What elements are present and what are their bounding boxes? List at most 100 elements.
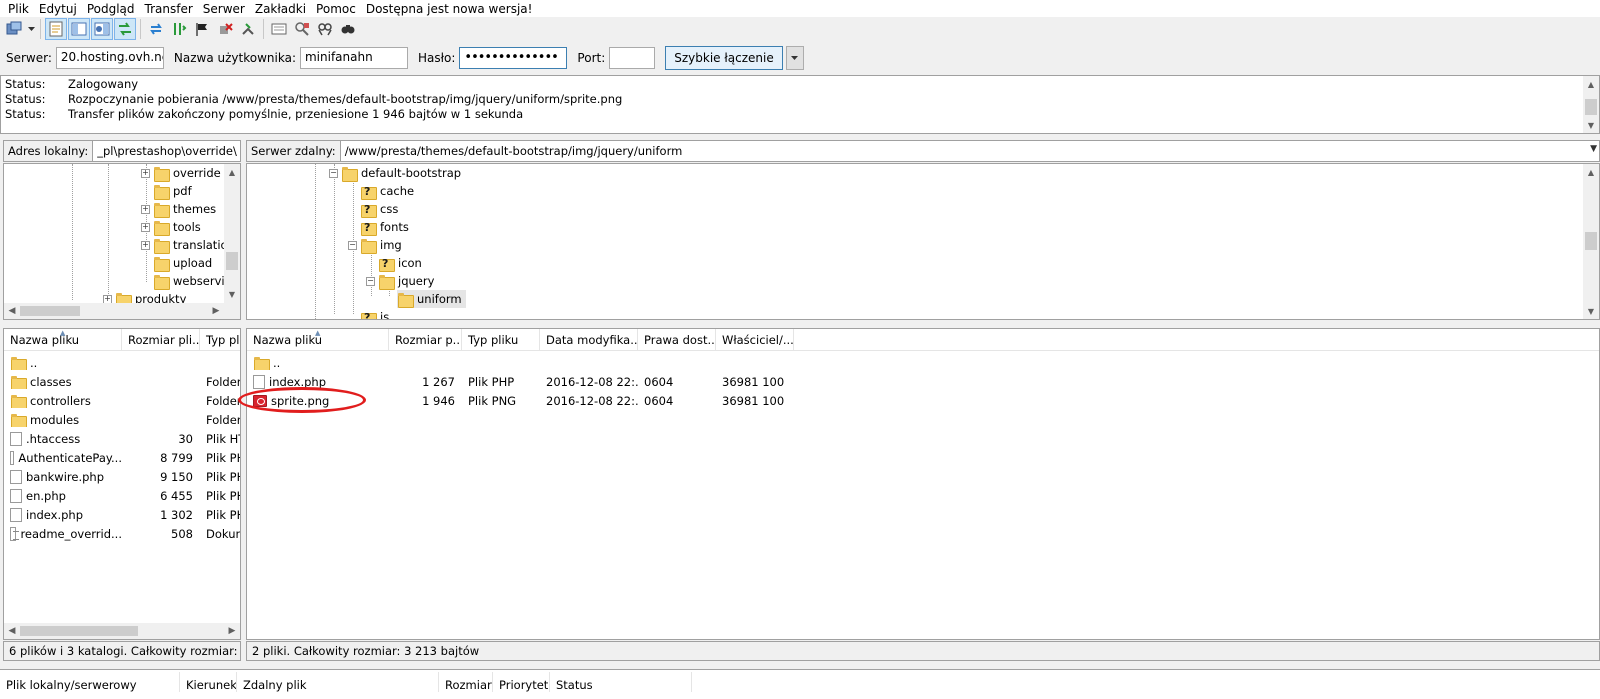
column-header-owner[interactable]: Właściciel/...: [716, 329, 794, 351]
tree-node[interactable]: ? fonts: [360, 218, 409, 236]
collapse-icon[interactable]: −: [348, 240, 357, 250]
local-tree-vscrollbar[interactable]: ▲ ▼: [224, 164, 240, 304]
toggle-local-tree-icon[interactable]: [68, 18, 90, 40]
menu-file[interactable]: Plik: [3, 1, 34, 17]
queue-column-remote-file[interactable]: Zdalny plik: [237, 672, 439, 692]
remote-tree-vscrollbar[interactable]: ▲ ▼: [1583, 164, 1599, 319]
scroll-right-icon[interactable]: ▶: [208, 303, 224, 319]
column-header-modified[interactable]: Data modyfika...: [540, 329, 638, 351]
remote-file-row[interactable]: index.php 1 267 Plik PHP 2016-12-08 22:.…: [247, 372, 794, 391]
site-manager-dropdown-icon[interactable]: [26, 18, 36, 40]
scroll-down-icon[interactable]: ▼: [1583, 117, 1599, 133]
process-queue-icon[interactable]: [168, 18, 190, 40]
menu-view[interactable]: Podgląd: [82, 1, 140, 17]
column-header-permissions[interactable]: Prawa dost...: [638, 329, 716, 351]
log-scrollbar[interactable]: ▲ ▼: [1583, 76, 1599, 133]
tree-node[interactable]: upload: [153, 254, 212, 272]
tree-node[interactable]: − default-bootstrap: [329, 164, 461, 182]
site-manager-icon[interactable]: [3, 18, 25, 40]
tree-node[interactable]: + translatio: [141, 236, 228, 254]
column-header-type[interactable]: Typ pliku: [200, 329, 240, 351]
username-input[interactable]: minifanahn: [299, 47, 408, 69]
tree-node[interactable]: ? css: [360, 200, 398, 218]
local-file-row[interactable]: bankwire.php 9 150 Plik PH: [4, 467, 240, 486]
local-file-row[interactable]: ..: [4, 353, 122, 372]
menu-transfer[interactable]: Transfer: [140, 1, 198, 17]
menu-edit[interactable]: Edytuj: [34, 1, 82, 17]
toggle-queue-icon[interactable]: [114, 18, 136, 40]
scroll-thumb[interactable]: [1585, 232, 1597, 250]
scroll-right-icon[interactable]: ▶: [224, 623, 240, 639]
scroll-up-icon[interactable]: ▲: [224, 164, 240, 180]
remote-file-row[interactable]: sprite.png 1 946 Plik PNG 2016-12-08 22:…: [247, 391, 794, 410]
menu-new-version[interactable]: Dostępna jest nowa wersja!: [361, 1, 538, 17]
tree-node[interactable]: − img: [348, 236, 402, 254]
local-address-input[interactable]: _pl\prestashop\override\: [93, 140, 241, 162]
local-file-list[interactable]: ▲Nazwa pliku Rozmiar pli... Typ pliku ..…: [3, 328, 241, 640]
tree-node[interactable]: + override: [141, 164, 221, 182]
local-directory-tree[interactable]: + override pdf + themes + tools + translatio…: [3, 163, 241, 320]
scroll-down-icon[interactable]: ▼: [224, 286, 240, 302]
local-list-hscrollbar[interactable]: ◀ ▶: [4, 623, 240, 639]
expand-icon[interactable]: +: [141, 222, 150, 232]
tree-node[interactable]: webservi: [153, 272, 225, 290]
search-remote-files-icon[interactable]: [337, 18, 359, 40]
directory-listing-filter-icon[interactable]: [268, 18, 290, 40]
column-header-filename[interactable]: ▲ Nazwa pliku: [4, 329, 122, 351]
tree-node[interactable]: ? cache: [360, 182, 414, 200]
password-input[interactable]: ••••••••••••••: [459, 47, 568, 69]
queue-column-direction[interactable]: Kierunek: [180, 672, 237, 692]
tree-node[interactable]: ? icon: [378, 254, 422, 272]
expand-icon[interactable]: +: [141, 240, 150, 250]
tree-node-selected[interactable]: uniform: [397, 290, 466, 308]
remote-address-dropdown-icon[interactable]: ▼: [1590, 144, 1597, 154]
queue-column-local-remote-file[interactable]: Plik lokalny/serwerowy: [0, 672, 180, 692]
transfer-queue[interactable]: Plik lokalny/serwerowy Kierunek Zdalny p…: [0, 669, 1600, 699]
scroll-left-icon[interactable]: ◀: [4, 623, 20, 639]
column-header-type[interactable]: Typ pliku: [462, 329, 540, 351]
local-tree-hscrollbar[interactable]: ◀ ▶: [4, 303, 240, 319]
tree-node[interactable]: + tools: [141, 218, 201, 236]
remote-directory-tree[interactable]: − default-bootstrap ? cache ? css ? fonts − i…: [246, 163, 1600, 320]
tree-node[interactable]: ? js: [360, 308, 389, 319]
quickconnect-dropdown-icon[interactable]: [785, 46, 804, 70]
local-file-row[interactable]: AuthenticatePay... 8 799 Plik PH: [4, 448, 240, 467]
queue-column-size[interactable]: Rozmiar: [439, 672, 493, 692]
directory-compare-icon[interactable]: [291, 18, 313, 40]
cancel-operation-icon[interactable]: [191, 18, 213, 40]
local-file-row[interactable]: modules Folder: [4, 410, 240, 429]
collapse-icon[interactable]: −: [366, 276, 375, 286]
host-input[interactable]: 20.hosting.ovh.net: [55, 47, 164, 69]
scroll-thumb[interactable]: [20, 626, 138, 636]
menu-help[interactable]: Pomoc: [311, 1, 361, 17]
column-header-size[interactable]: Rozmiar pli...: [122, 329, 200, 351]
menu-server[interactable]: Serwer: [198, 1, 250, 17]
refresh-icon[interactable]: [145, 18, 167, 40]
expand-icon[interactable]: +: [141, 168, 150, 178]
column-header-filename[interactable]: ▲ Nazwa pliku: [247, 329, 389, 351]
toggle-log-icon[interactable]: [45, 18, 67, 40]
local-file-row[interactable]: .htaccess 30 Plik HT: [4, 429, 240, 448]
collapse-icon[interactable]: −: [329, 168, 338, 178]
scroll-thumb[interactable]: [1585, 99, 1597, 115]
scroll-down-icon[interactable]: ▼: [1583, 303, 1599, 319]
reconnect-icon[interactable]: [237, 18, 259, 40]
local-file-row[interactable]: en.php 6 455 Plik PH: [4, 486, 240, 505]
message-log[interactable]: Status: Zalogowany Status: Rozpoczynanie…: [0, 75, 1600, 134]
column-header-size[interactable]: Rozmiar p...: [389, 329, 462, 351]
tree-node[interactable]: pdf: [153, 182, 192, 200]
expand-icon[interactable]: +: [141, 204, 150, 214]
port-input[interactable]: [609, 47, 656, 69]
queue-column-status[interactable]: Status: [550, 672, 692, 692]
scroll-left-icon[interactable]: ◀: [4, 303, 20, 319]
menu-bookmarks[interactable]: Zakładki: [250, 1, 311, 17]
local-file-row[interactable]: readme_overrid... 508 Dokum: [4, 524, 240, 543]
scroll-up-icon[interactable]: ▲: [1583, 76, 1599, 92]
scroll-up-icon[interactable]: ▲: [1583, 164, 1599, 180]
local-file-row[interactable]: classes Folder: [4, 372, 240, 391]
tree-node[interactable]: − jquery: [366, 272, 434, 290]
scroll-thumb[interactable]: [226, 252, 238, 270]
remote-address-input[interactable]: /www/presta/themes/default-bootstrap/img…: [340, 140, 1600, 162]
local-file-row[interactable]: index.php 1 302 Plik PH: [4, 505, 240, 524]
queue-column-priority[interactable]: Priorytet: [493, 672, 550, 692]
